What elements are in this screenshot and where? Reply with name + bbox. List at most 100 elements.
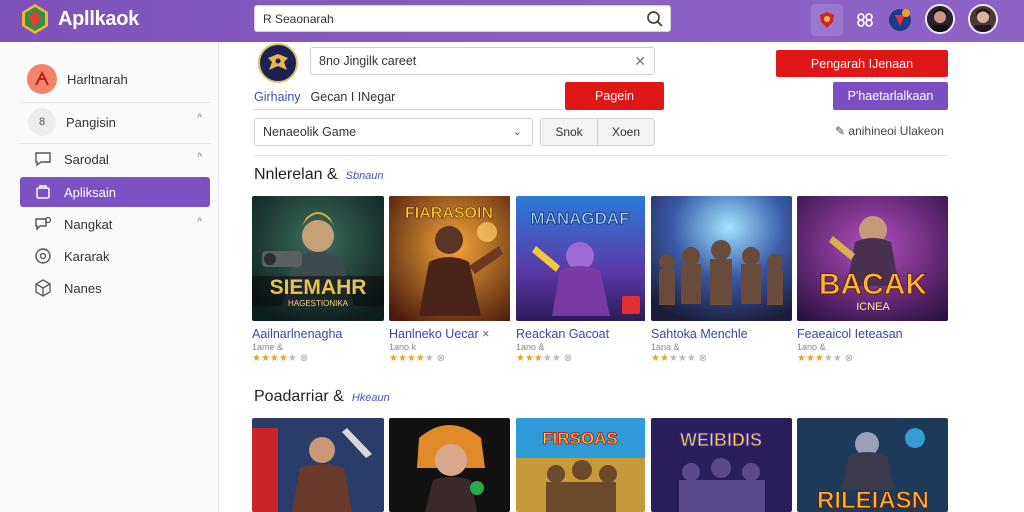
sidebar-item-nanes[interactable]: Nanes — [20, 273, 210, 303]
game-title[interactable]: Aailnarlnenagha — [252, 327, 384, 341]
section-subtitle[interactable]: Hkeaun — [352, 392, 390, 404]
game-card[interactable]: Sahtoka Menchle 1ana & ★★★★★ ⊗ — [651, 196, 792, 364]
game-title[interactable]: Hanlneko Uecar × — [389, 327, 521, 341]
sidebar-item-sarodal[interactable]: Sarodal ^ — [20, 144, 210, 174]
game-thumbnail[interactable] — [651, 196, 792, 321]
game-title-text: Hanlneko Uecar — [389, 327, 479, 341]
sidebar-item-label: Apliksain — [64, 184, 117, 200]
section-title-text: Nnlerelan & — [254, 166, 338, 183]
game-thumbnail[interactable]: MANAGDAF — [516, 196, 648, 321]
game-title[interactable]: Sahtoka Menchle — [651, 327, 783, 341]
search-icon[interactable] — [646, 10, 664, 28]
game-title[interactable]: Feaeaicol Ieteasan — [797, 327, 929, 341]
sidebar-item-pangisin[interactable]: 8 Pangisin ^ — [20, 105, 210, 139]
thumb-title: RILEIASN — [817, 487, 929, 512]
segmented-control: Snok Xoen — [540, 118, 655, 146]
game-card[interactable]: SIEMAHR HAGESTIONIKA Aailnarlnenagha 1am… — [252, 196, 384, 364]
game-thumbnail[interactable]: FIRSOAS — [516, 418, 645, 512]
game-card[interactable]: FIARASOIN Hanlneko Uecar × 1ano k ★★★★★ … — [389, 196, 521, 364]
section-title-text: Poadarriar & — [254, 388, 344, 405]
sidebar-item-profile[interactable]: Harltnarah — [20, 61, 210, 97]
sidebar-item-label: Pangisin — [66, 114, 116, 130]
thumb-title: SIEMAHR — [270, 276, 367, 299]
app-icon — [32, 181, 54, 203]
sidebar-item-label: Kararak — [64, 248, 110, 264]
game-logo[interactable] — [258, 43, 298, 83]
game-thumbnail[interactable]: BACAK ICNEA — [797, 196, 948, 321]
game-card[interactable] — [389, 418, 521, 512]
pengarah-button[interactable]: Pengarah IJenaan — [776, 50, 948, 77]
sidebar-item-kararak[interactable]: Kararak — [20, 241, 210, 271]
sidebar-item-nangkat[interactable]: Nangkat ^ — [20, 209, 210, 239]
link-button[interactable] — [849, 4, 881, 36]
sidebar-item-label: Harltnarah — [67, 71, 128, 87]
close-icon[interactable]: ✕ — [634, 53, 646, 70]
segment-right[interactable]: Xoen — [597, 119, 654, 145]
game-meta: 1ana & — [651, 342, 680, 352]
game-thumbnail[interactable]: RILEIASN — [797, 418, 948, 512]
chevron-up-icon[interactable]: ^ — [197, 113, 202, 124]
purple-action-button[interactable]: P'haetarlalkaan — [833, 82, 948, 110]
app-title: Apllkaok — [58, 8, 139, 30]
notification-button[interactable] — [884, 4, 916, 36]
filter-link[interactable]: Girhainy — [254, 90, 301, 104]
user-avatar[interactable] — [968, 4, 998, 34]
edit-link[interactable]: ✎ anihineoi Ulakeon — [835, 124, 944, 138]
top-action-button[interactable] — [811, 4, 843, 36]
main-input-value: 8no Jingilk careet — [319, 54, 417, 68]
category-select-value: Nenaeolik Game — [263, 125, 357, 139]
rating-stars: ★★★★★ ⊗ — [389, 353, 445, 364]
user-avatar[interactable] — [925, 4, 955, 34]
game-thumbnail[interactable]: WEIBIDIS — [651, 418, 792, 512]
chevron-up-icon[interactable]: ^ — [197, 152, 202, 163]
game-card[interactable]: FIRSOAS — [516, 418, 648, 512]
shield-icon — [820, 12, 834, 28]
link-icon — [857, 13, 873, 27]
divider — [254, 155, 948, 156]
eagle-icon — [268, 54, 288, 70]
top-bar: Apllkaok — [0, 0, 1024, 42]
sidebar-item-label: Nanes — [64, 280, 102, 296]
sidebar-item-aplikasi[interactable]: Apliksain — [20, 177, 210, 207]
apps-icon — [32, 213, 54, 235]
game-thumbnail[interactable] — [252, 418, 384, 512]
pagein-button[interactable]: Pagein — [565, 82, 664, 110]
edit-icon: ✎ — [835, 124, 846, 138]
category-select[interactable]: Nenaeolik Game ⌄ — [254, 118, 533, 146]
chat-icon — [32, 148, 54, 170]
top-search-input[interactable] — [255, 6, 625, 31]
rating-stars: ★★★★★ ⊗ — [651, 353, 708, 364]
game-card[interactable]: RILEIASN — [797, 418, 948, 512]
app-logo-icon[interactable] — [22, 4, 48, 34]
top-search-box[interactable] — [254, 5, 671, 32]
thumb-title: BACAK — [819, 268, 928, 301]
chevron-up-icon[interactable]: ^ — [197, 217, 202, 228]
avatar-icon — [970, 6, 996, 32]
sidebar-item-label: Nangkat — [64, 216, 113, 232]
game-thumbnail[interactable]: SIEMAHR HAGESTIONIKA — [252, 196, 384, 321]
sidebar-item-label: Sarodal — [64, 151, 109, 167]
game-card[interactable]: WEIBIDIS — [651, 418, 792, 512]
thumb-subtitle: ICNEA — [856, 301, 890, 313]
game-thumbnail[interactable] — [389, 418, 510, 512]
divider — [20, 102, 210, 103]
rating-stars: ★★★★★ ⊗ — [516, 353, 573, 364]
main-input[interactable]: 8no Jingilk careet ✕ — [310, 47, 655, 75]
thumb-subtitle: HAGESTIONIKA — [288, 299, 349, 308]
thumb-title: WEIBIDIS — [680, 430, 762, 450]
game-meta: 1ame & — [252, 342, 284, 352]
segment-left[interactable]: Snok — [541, 119, 597, 145]
game-card[interactable]: MANAGDAF Reackan Gacoat 1ano & ★★★★★ ⊗ — [516, 196, 648, 364]
game-meta: 1ano & — [797, 342, 826, 352]
game-card[interactable] — [252, 418, 384, 512]
game-title[interactable]: Reackan Gacoat — [516, 327, 648, 341]
game-thumbnail[interactable]: FIARASOIN — [389, 196, 521, 321]
profile-icon — [27, 64, 57, 94]
game-meta: 1ano & — [516, 342, 545, 352]
pangisin-icon: 8 — [28, 108, 56, 136]
chevron-down-icon[interactable]: ⌄ — [513, 125, 522, 138]
settings-icon — [32, 245, 54, 267]
game-card[interactable]: BACAK ICNEA Feaeaicol Ieteasan 1ano & ★★… — [797, 196, 948, 364]
section-subtitle[interactable]: Sbnaun — [346, 170, 384, 182]
rating-stars: ★★★★★ ⊗ — [797, 353, 854, 364]
